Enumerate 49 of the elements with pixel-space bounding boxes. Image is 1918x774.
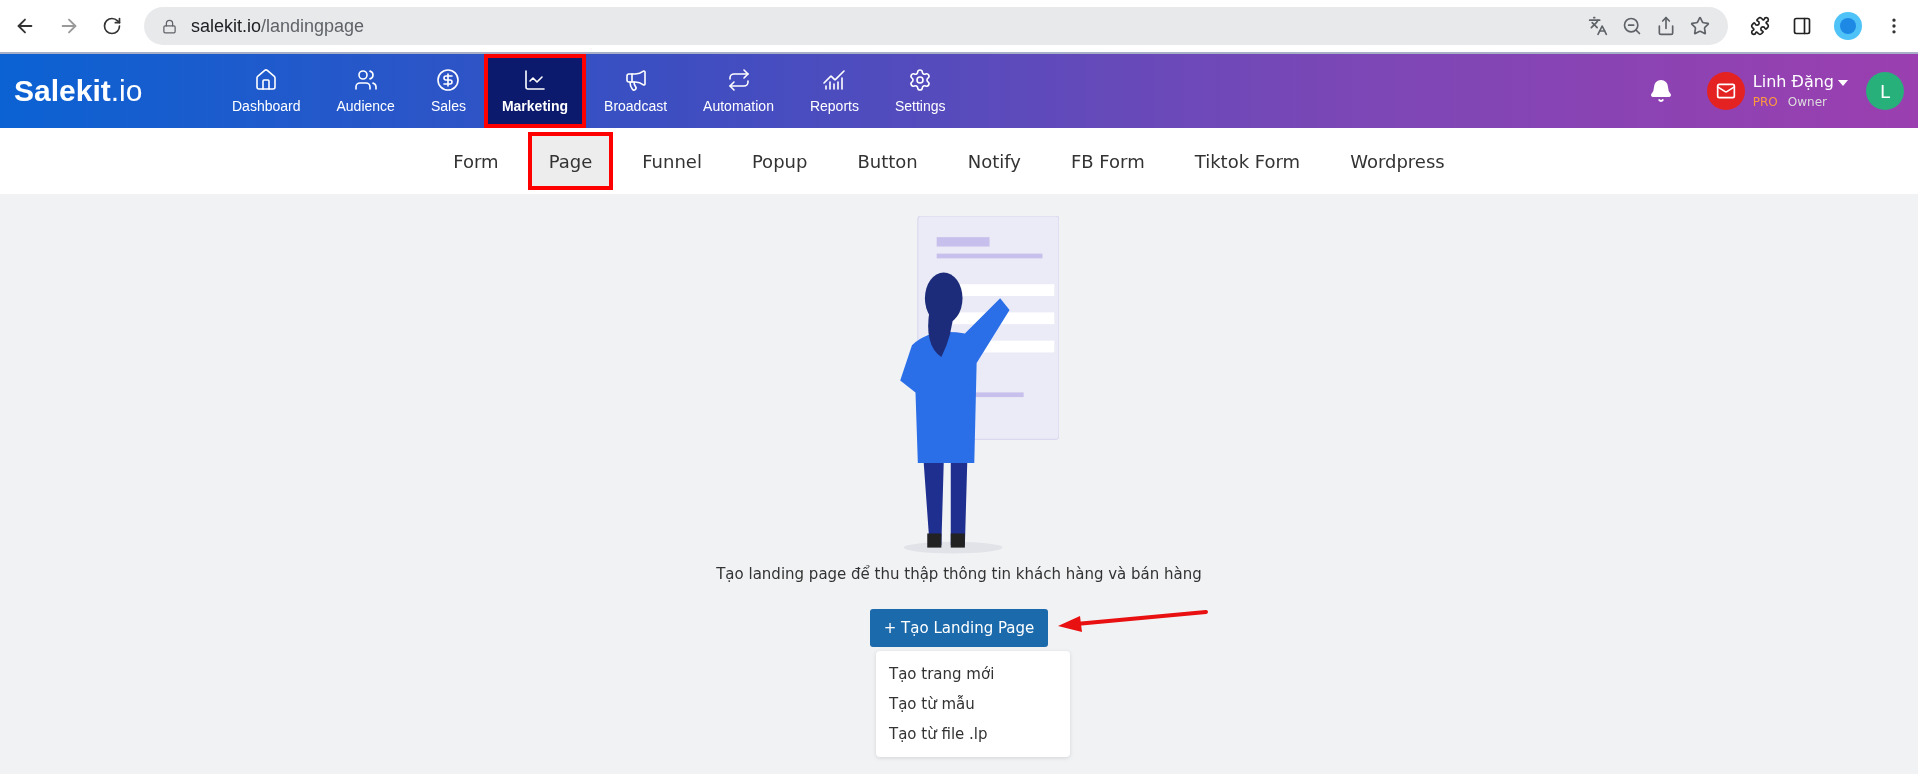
extension-icon[interactable] <box>1834 12 1862 40</box>
sub-tab[interactable]: Funnel <box>621 132 723 190</box>
star-icon[interactable] <box>1690 16 1710 36</box>
dollar-icon <box>436 68 461 92</box>
settings-icon <box>908 68 933 92</box>
notification-bell-icon[interactable] <box>1648 79 1673 103</box>
sub-tab[interactable]: Wordpress <box>1329 132 1466 190</box>
lock-icon <box>162 18 177 34</box>
sub-tab[interactable]: FB Form <box>1049 132 1166 190</box>
sub-tab[interactable]: Form <box>432 132 520 190</box>
bar-chart-icon <box>822 68 847 92</box>
menu-item[interactable]: Tạo trang mới <box>876 659 1070 689</box>
nav-tab[interactable]: Reports <box>791 54 877 128</box>
url-text: salekit.io/landingpage <box>191 15 365 37</box>
sub-tab[interactable]: Popup <box>730 132 829 190</box>
create-landing-page-button[interactable]: + Tạo Landing Page <box>869 609 1049 647</box>
zoom-out-icon[interactable] <box>1622 16 1642 36</box>
extensions-icon[interactable] <box>1750 16 1770 36</box>
people-icon <box>353 68 378 92</box>
sub-tab[interactable]: Notify <box>946 132 1042 190</box>
repeat-icon <box>726 68 751 92</box>
reload-icon[interactable] <box>102 16 122 36</box>
side-panel-icon[interactable] <box>1792 16 1812 36</box>
user-name[interactable]: Linh Đặng <box>1752 72 1834 91</box>
address-bar[interactable]: salekit.io/landingpage <box>144 7 1728 45</box>
plan-label: PRO <box>1752 95 1778 109</box>
nav-tab[interactable]: Audience <box>318 54 413 128</box>
menu-item[interactable]: Tạo từ mẫu <box>876 689 1070 719</box>
nav-tab[interactable]: Broadcast <box>586 54 686 128</box>
house-icon <box>254 68 279 92</box>
logo[interactable]: Salekit.io <box>14 74 214 108</box>
nav-tab[interactable]: Automation <box>685 54 792 128</box>
nav-tab[interactable]: Settings <box>876 54 964 128</box>
role-label: Owner <box>1787 95 1827 109</box>
translate-icon[interactable] <box>1588 16 1608 36</box>
sub-tab[interactable]: Page <box>527 132 614 190</box>
caret-icon[interactable] <box>1838 79 1848 86</box>
nav-tab[interactable]: Sales <box>412 54 484 128</box>
sub-tab[interactable]: Tiktok Form <box>1173 132 1322 190</box>
menu-item[interactable]: Tạo từ file .lp <box>876 719 1070 749</box>
mail-button[interactable] <box>1706 72 1745 110</box>
sub-tab[interactable]: Button <box>836 132 939 190</box>
share-icon[interactable] <box>1656 16 1676 36</box>
nav-tab[interactable]: Marketing <box>483 54 587 128</box>
megaphone-icon <box>623 68 648 92</box>
chart-icon <box>523 68 547 92</box>
nav-tab[interactable]: Dashboard <box>214 54 319 128</box>
mail-icon <box>1715 81 1736 101</box>
empty-state-message: Tạo landing page để thu thập thông tin khách hàng và bán hàng <box>716 565 1202 583</box>
